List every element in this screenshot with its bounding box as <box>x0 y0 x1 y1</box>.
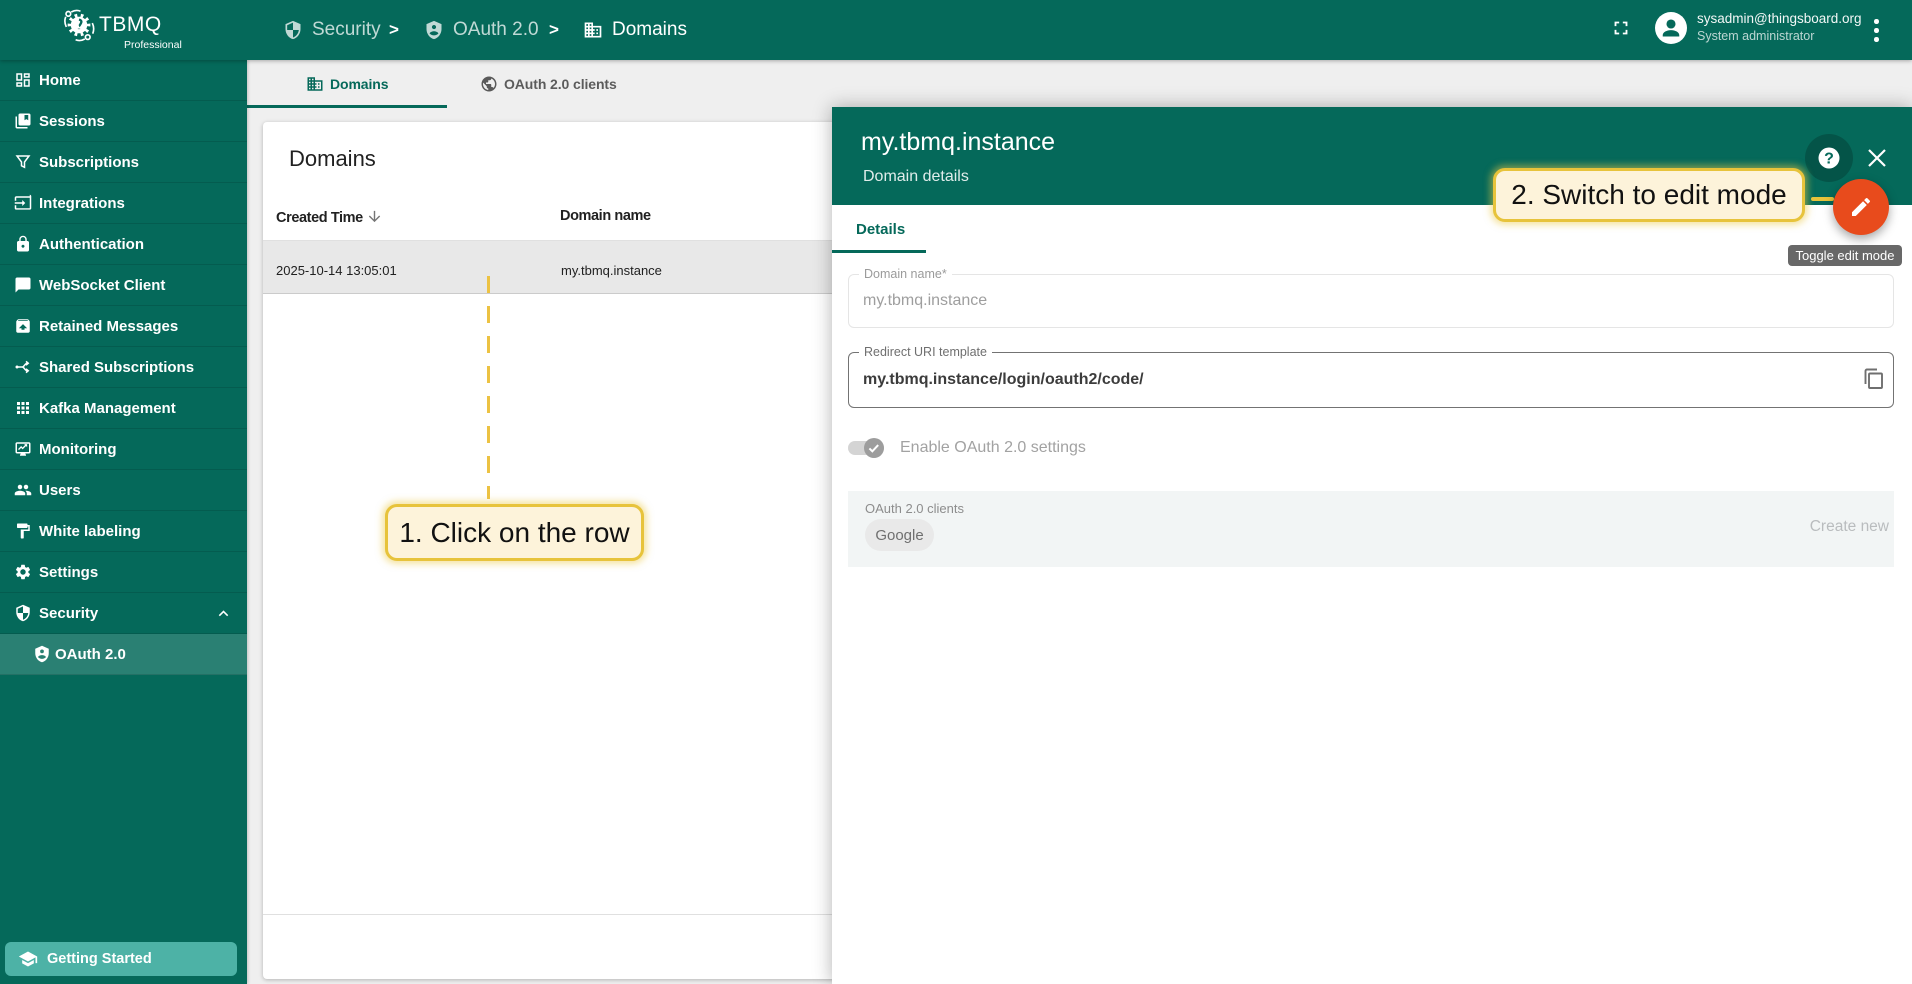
svg-text:?: ? <box>1824 151 1834 168</box>
